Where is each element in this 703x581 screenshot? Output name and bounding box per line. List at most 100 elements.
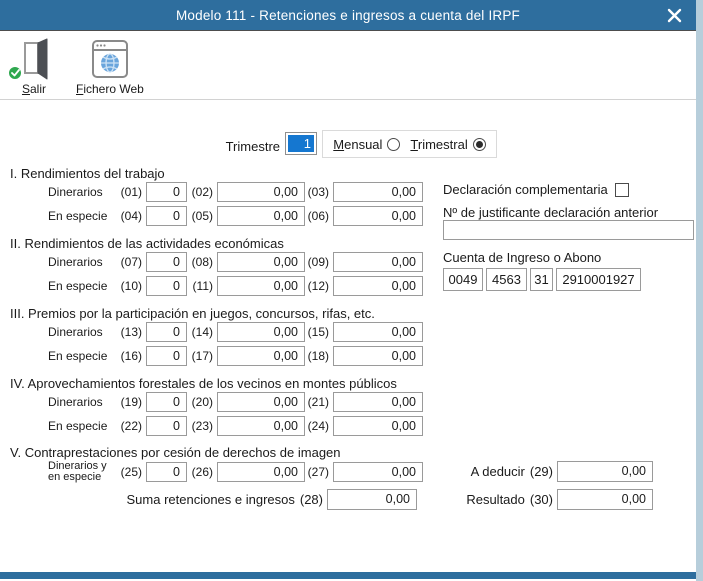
field-code-18: (18) [305, 349, 329, 363]
trimestral-radio-label[interactable]: Trimestral [410, 137, 467, 152]
cuenta-numero-input[interactable]: 2910001927 [556, 268, 641, 291]
field-01[interactable]: 0 [146, 182, 187, 202]
window-title: Modelo 111 - Retenciones e ingresos a cu… [176, 8, 520, 23]
fichero-web-button[interactable]: Fichero Web [76, 36, 144, 96]
row-label: Dinerarios y en especie [48, 461, 110, 483]
field-04[interactable]: 0 [146, 206, 187, 226]
mensual-radio-label[interactable]: Mensual [333, 137, 382, 152]
row-label: Dinerarios [48, 396, 110, 408]
salir-button[interactable]: Salir [16, 36, 52, 96]
trimestral-radio[interactable] [473, 138, 486, 151]
field-24[interactable]: 0,00 [333, 416, 423, 436]
door-icon [16, 36, 52, 80]
row-trabajo-dinerarios: Dinerarios (01) 0 (02) 0,00 (03) 0,00 [10, 182, 423, 202]
row-label: Dinerarios [48, 326, 110, 338]
field-code-11: (11) [187, 279, 213, 293]
close-button[interactable] [661, 4, 687, 27]
field-code-13: (13) [110, 325, 142, 339]
row-premios-especie: En especie (16) 0 (17) 0,00 (18) 0,00 [10, 346, 423, 366]
titlebar: Modelo 111 - Retenciones e ingresos a cu… [0, 0, 696, 31]
toolbar: Salir Fichero Web [0, 31, 696, 100]
field-05[interactable]: 0,00 [217, 206, 305, 226]
trimestre-label: Trimestre [178, 139, 280, 154]
row-label: En especie [48, 210, 110, 222]
field-code-08: (08) [187, 255, 213, 269]
field-code-15: (15) [305, 325, 329, 339]
field-13[interactable]: 0 [146, 322, 187, 342]
section-4-title: IV. Aprovechamientos forestales de los v… [10, 376, 397, 391]
field-27[interactable]: 0,00 [333, 462, 423, 482]
cuenta-entidad-input[interactable]: 0049 [443, 268, 483, 291]
row-label: En especie [48, 350, 110, 362]
justificante-input[interactable] [443, 220, 694, 240]
field-code-30: (30) [530, 492, 553, 507]
fichero-web-label: Fichero Web [76, 82, 144, 96]
field-code-09: (09) [305, 255, 329, 269]
field-17[interactable]: 0,00 [217, 346, 305, 366]
field-03[interactable]: 0,00 [333, 182, 423, 202]
trimestre-input[interactable]: 1 [285, 132, 317, 155]
field-08[interactable]: 0,00 [217, 252, 305, 272]
suma-row: Suma retenciones e ingresos (28) 0,00 [10, 489, 417, 510]
cuenta-label: Cuenta de Ingreso o Abono [443, 250, 601, 265]
justificante-label: Nº de justificante declaración anterior [443, 205, 658, 220]
row-label: En especie [48, 280, 110, 292]
window-right-edge [696, 0, 703, 581]
field-25[interactable]: 0 [146, 462, 187, 482]
field-20[interactable]: 0,00 [217, 392, 305, 412]
field-code-14: (14) [187, 325, 213, 339]
field-14[interactable]: 0,00 [217, 322, 305, 342]
section-3-title: III. Premios por la participación en jue… [10, 306, 375, 321]
field-code-21: (21) [305, 395, 329, 409]
row-trabajo-especie: En especie (04) 0 (05) 0,00 (06) 0,00 [10, 206, 423, 226]
field-code-22: (22) [110, 419, 142, 433]
field-18[interactable]: 0,00 [333, 346, 423, 366]
field-23[interactable]: 0,00 [217, 416, 305, 436]
cuenta-dc-input[interactable]: 31 [530, 268, 553, 291]
declaracion-complementaria-row: Declaración complementaria [443, 182, 629, 197]
field-code-07: (07) [110, 255, 142, 269]
field-code-10: (10) [110, 279, 142, 293]
field-26[interactable]: 0,00 [217, 462, 305, 482]
cuenta-oficina-input[interactable]: 4563 [486, 268, 527, 291]
declaracion-complementaria-checkbox[interactable] [615, 183, 629, 197]
suma-label: Suma retenciones e ingresos [10, 492, 295, 507]
browser-globe-icon [90, 36, 130, 80]
row-label: Dinerarios [48, 186, 110, 198]
field-21[interactable]: 0,00 [333, 392, 423, 412]
resultado-row: Resultado (30) 0,00 [440, 489, 653, 510]
mensual-radio[interactable] [387, 138, 400, 151]
field-code-17: (17) [187, 349, 213, 363]
a-deducir-label: A deducir [440, 464, 525, 479]
row-premios-dinerarios: Dinerarios (13) 0 (14) 0,00 (15) 0,00 [10, 322, 423, 342]
field-07[interactable]: 0 [146, 252, 187, 272]
field-15[interactable]: 0,00 [333, 322, 423, 342]
cuenta-row: 0049 4563 31 2910001927 [443, 268, 644, 291]
row-label: Dinerarios [48, 256, 110, 268]
period-radio-group: Mensual Trimestral [322, 130, 497, 158]
field-code-27: (27) [305, 465, 329, 479]
field-12[interactable]: 0,00 [333, 276, 423, 296]
resultado-label: Resultado [440, 492, 525, 507]
field-code-19: (19) [110, 395, 142, 409]
field-06[interactable]: 0,00 [333, 206, 423, 226]
field-code-06: (06) [305, 209, 329, 223]
field-16[interactable]: 0 [146, 346, 187, 366]
field-10[interactable]: 0 [146, 276, 187, 296]
field-11[interactable]: 0,00 [217, 276, 305, 296]
field-30[interactable]: 0,00 [557, 489, 653, 510]
field-code-01: (01) [110, 185, 142, 199]
salir-label: Salir [22, 82, 46, 96]
field-09[interactable]: 0,00 [333, 252, 423, 272]
field-22[interactable]: 0 [146, 416, 187, 436]
field-code-03: (03) [305, 185, 329, 199]
close-icon [667, 8, 682, 23]
field-code-12: (12) [305, 279, 329, 293]
field-19[interactable]: 0 [146, 392, 187, 412]
field-02[interactable]: 0,00 [217, 182, 305, 202]
check-badge-icon [8, 66, 22, 80]
field-29[interactable]: 0,00 [557, 461, 653, 482]
row-forestales-dinerarios: Dinerarios (19) 0 (20) 0,00 (21) 0,00 [10, 392, 423, 412]
row-economicas-especie: En especie (10) 0 (11) 0,00 (12) 0,00 [10, 276, 423, 296]
field-28[interactable]: 0,00 [327, 489, 417, 510]
